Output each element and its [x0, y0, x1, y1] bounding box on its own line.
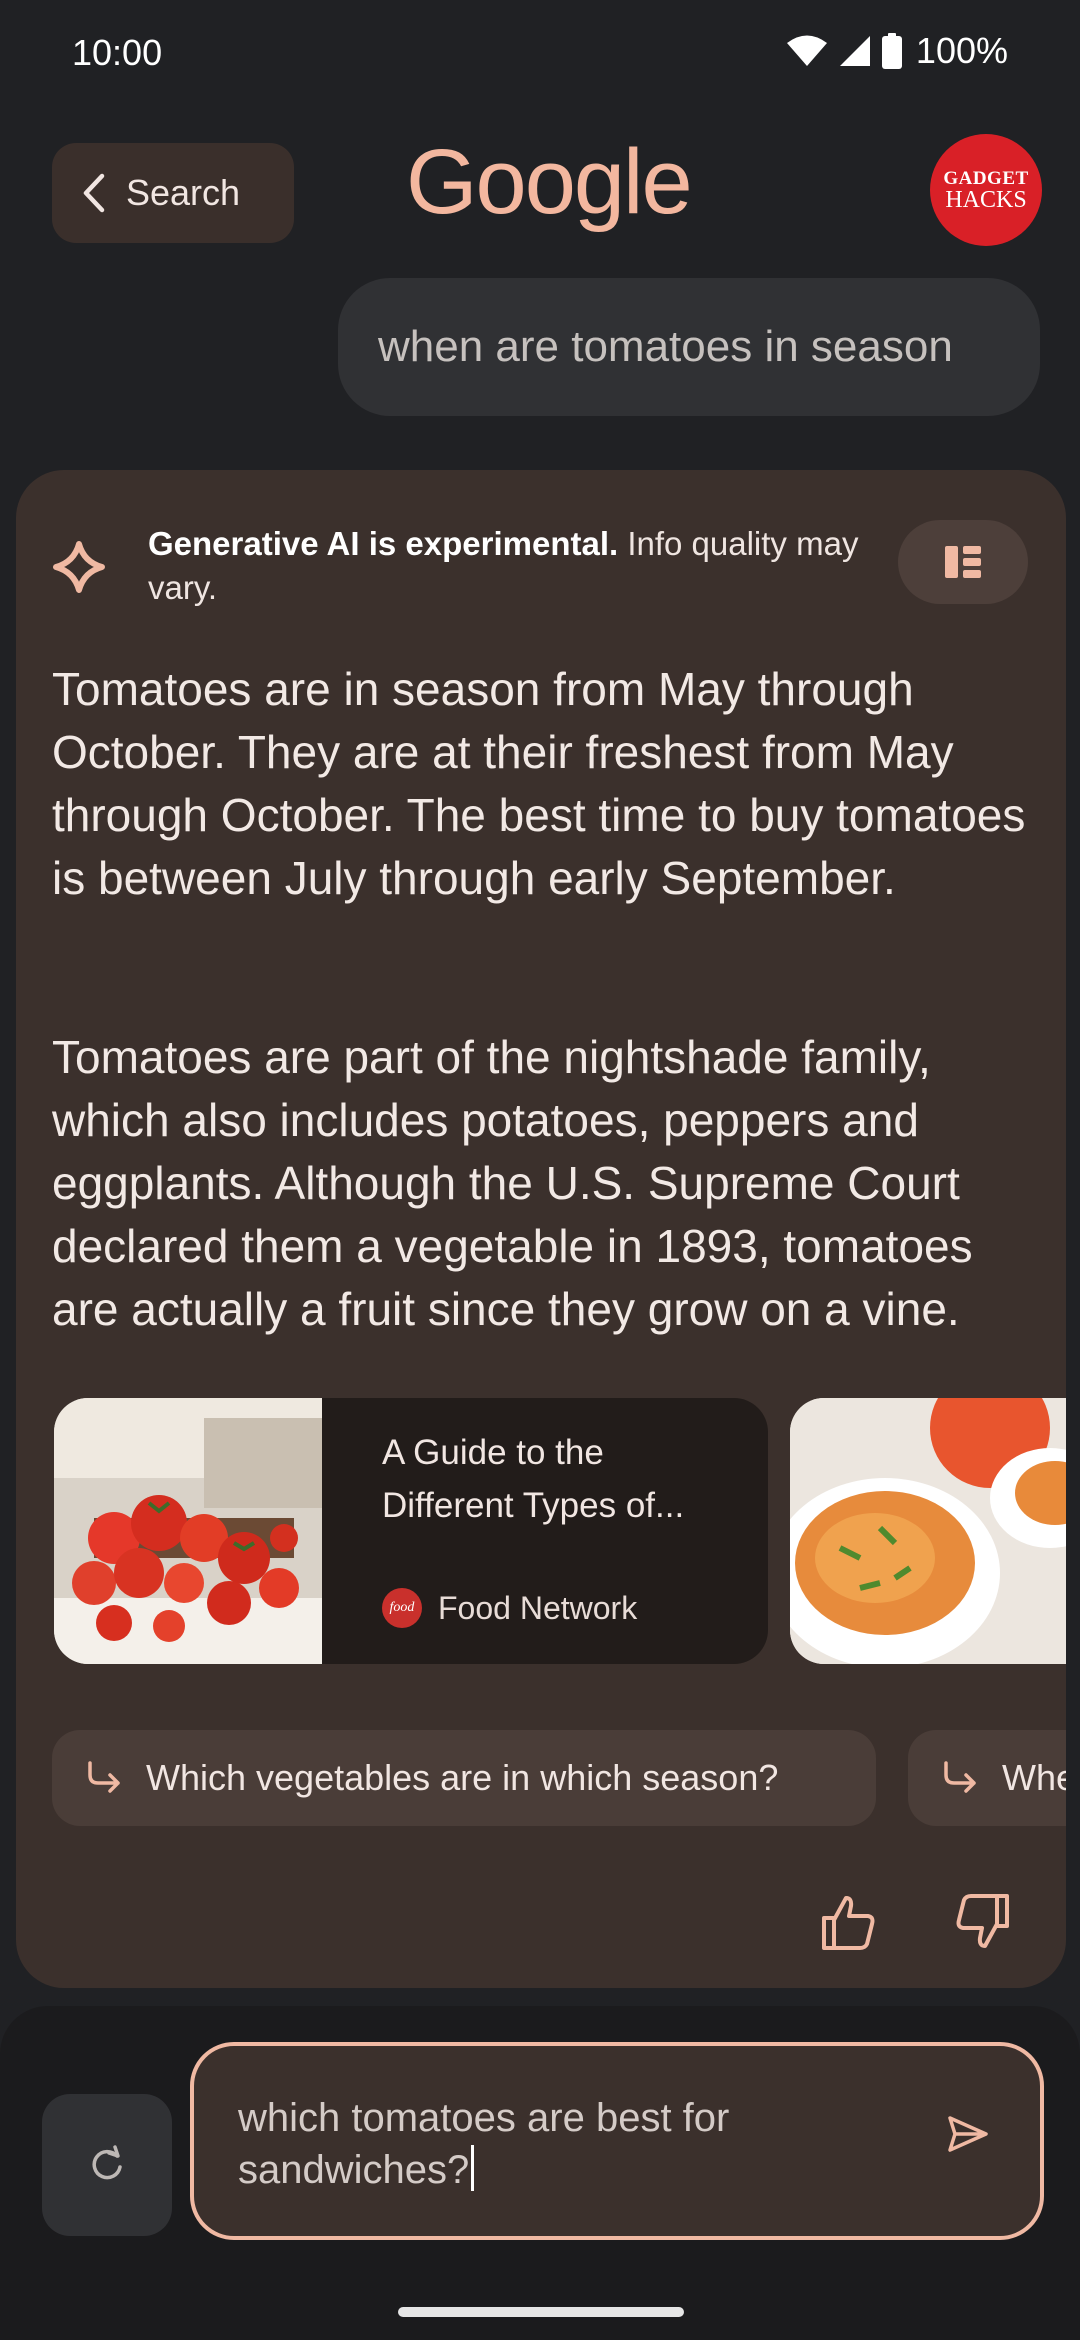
avatar-text-line1: GADGET — [943, 167, 1029, 189]
thumb-up-icon[interactable] — [816, 1890, 880, 1954]
status-time: 10:00 — [72, 32, 163, 73]
followup-label-2: Whe — [1002, 1757, 1066, 1798]
food-network-logo: food — [382, 1588, 422, 1628]
user-query-bubble: when are tomatoes in season — [338, 278, 1040, 416]
source-card[interactable]: A Guide to the Different Types of... foo… — [54, 1398, 768, 1664]
view-toggle-button[interactable] — [898, 520, 1028, 604]
view-toggle-icon — [945, 546, 981, 578]
followup-suggestion-chip-2[interactable]: Whe — [908, 1730, 1066, 1826]
chevron-left-icon — [83, 173, 105, 213]
send-icon[interactable] — [946, 2114, 990, 2154]
source-title: A Guide to the Different Types of... — [382, 1433, 685, 1525]
reset-icon — [92, 2145, 122, 2180]
battery-icon — [881, 33, 902, 69]
followup-suggestion-chip[interactable]: Which vegetables are in which season? — [52, 1730, 876, 1826]
signal-icon — [839, 36, 870, 66]
home-indicator[interactable] — [398, 2307, 684, 2317]
publisher-name: Food Network — [438, 1589, 638, 1626]
battery-percent: 100% — [915, 30, 1008, 71]
disclaimer-bold: Generative AI is experimental. — [148, 525, 619, 562]
source-card-2[interactable] — [790, 1398, 1066, 1664]
text-caret — [471, 2145, 475, 2191]
answer-paragraph-1: Tomatoes are in season from May through … — [52, 663, 1026, 904]
account-avatar[interactable]: GADGET HACKS — [930, 134, 1042, 246]
ai-disclaimer: Generative AI is experimental. Info qual… — [148, 522, 928, 610]
input-value: which tomatoes are best for sandwiches? — [238, 2096, 730, 2192]
google-logo: Google — [406, 131, 693, 233]
ai-answer-card: Generative AI is experimental. Info qual… — [16, 470, 1066, 1988]
follow-up-input[interactable]: which tomatoes are best for sandwiches? — [190, 2042, 1044, 2240]
follow-up-arrow-icon — [944, 1761, 976, 1793]
back-label: Search — [126, 172, 241, 213]
followup-label: Which vegetables are in which season? — [146, 1757, 779, 1798]
back-to-search-button[interactable]: Search — [52, 143, 294, 243]
follow-up-input-text[interactable]: which tomatoes are best for sandwiches? — [238, 2092, 898, 2196]
source-thumbnail-image — [54, 1398, 322, 1664]
sparkle-icon — [53, 541, 105, 593]
avatar-text-line2: HACKS — [945, 186, 1027, 213]
source-publisher: food Food Network — [382, 1588, 637, 1628]
status-icons: 100% — [786, 30, 1008, 72]
status-bar: 10:00 100% — [0, 0, 1080, 110]
follow-up-arrow-icon — [88, 1761, 120, 1793]
source-thumbnail-image-2 — [790, 1398, 1066, 1664]
wifi-icon — [786, 35, 827, 66]
reset-conversation-button[interactable] — [42, 2094, 172, 2236]
thumb-down-icon[interactable] — [951, 1890, 1015, 1954]
page: 10:00 100% Search Google GADGET HACKS wh… — [0, 0, 1080, 2340]
answer-paragraph-2: Tomatoes are part of the nightshade fami… — [52, 1031, 973, 1335]
